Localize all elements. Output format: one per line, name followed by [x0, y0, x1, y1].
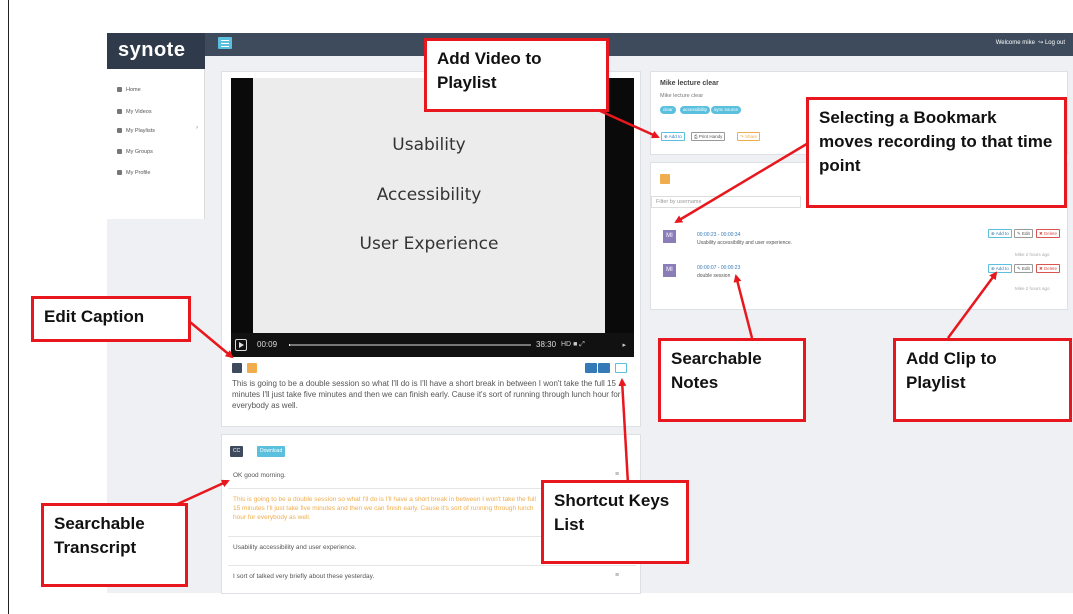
callout-selecting-bookmark: Selecting a Bookmark moves recording to … — [806, 97, 1067, 208]
delete-label: Delete — [1044, 266, 1058, 271]
home-icon — [117, 87, 122, 93]
share-label: Share — [745, 134, 758, 139]
row-menu-icon[interactable]: ≡ — [615, 471, 619, 478]
play-button[interactable] — [235, 339, 247, 351]
user-icon — [117, 170, 122, 176]
logout-link[interactable]: Log out — [1045, 40, 1065, 46]
delete-note-button[interactable]: ✖ Delete — [1036, 264, 1061, 273]
shortcut-keys-button[interactable] — [615, 363, 627, 373]
bookmark-text[interactable]: double session — [697, 273, 730, 279]
add-clip-button[interactable]: ⊕ Add to — [988, 229, 1012, 238]
tag-badge[interactable]: clear — [660, 106, 676, 114]
avatar: MI — [663, 264, 676, 277]
previous-caption-button[interactable] — [585, 363, 597, 373]
callout-add-video-to-playlist: Add Video to Playlist — [424, 38, 609, 112]
volume-icon[interactable]: ▸ — [622, 341, 626, 349]
bookmark-button[interactable] — [247, 363, 257, 373]
slide-line: User Experience — [359, 234, 499, 254]
edit-note-button[interactable]: ✎ Edit — [1014, 264, 1033, 273]
slide-line: Usability — [392, 135, 466, 155]
print-handy-button[interactable]: ⎙ Print Handy — [691, 132, 726, 141]
transcript-row[interactable]: I sort of talked very briefly about thes… — [233, 572, 533, 581]
next-caption-button[interactable] — [598, 363, 610, 373]
quality-label: HD — [561, 341, 572, 348]
recording-subtitle: Mike lecture clear — [660, 93, 704, 99]
download-label: Download — [260, 448, 283, 454]
sidebar-item-my-groups[interactable]: My Groups — [117, 149, 153, 155]
sidebar-item-my-playlists[interactable]: My Playlists — [117, 128, 155, 134]
progress-fill — [289, 344, 290, 346]
cc-button[interactable]: CC — [230, 446, 244, 457]
duration: 38:30 — [536, 340, 557, 349]
avatar: MI — [663, 230, 676, 243]
video-player[interactable]: Usability Accessibility User Experience … — [231, 78, 634, 357]
callout-searchable-notes: Searchable Notes — [658, 338, 806, 422]
callout-searchable-transcript: Searchable Transcript — [41, 503, 188, 587]
chevron-right-icon: › — [196, 125, 198, 131]
edit-label: Edit — [1022, 231, 1030, 236]
add-note-button[interactable] — [660, 174, 670, 184]
sidebar: Home My Videos My Playlists › My Groups … — [107, 69, 205, 219]
add-to-playlist-button[interactable]: ⊕ Add to — [661, 132, 685, 141]
transcript-row[interactable]: Usability accessibility and user experie… — [233, 543, 533, 552]
notes-filter-input[interactable]: Filter by username — [651, 196, 801, 208]
slide-line: Accessibility — [376, 185, 482, 205]
bookmark-time[interactable]: 00:00:23 - 00:00:34 — [697, 232, 740, 238]
sidebar-item-label: My Groups — [126, 149, 153, 155]
fullscreen-icon[interactable]: ⤢ — [579, 341, 585, 348]
annotated-screenshot: synote Welcome mike ↪ Log out Home My Vi… — [0, 0, 1073, 614]
recording-title: Mike lecture clear — [660, 80, 719, 87]
edit-caption-button[interactable] — [232, 363, 242, 373]
cc-label: CC — [233, 448, 241, 454]
tag-badge[interactable]: accessibility — [680, 106, 711, 114]
download-button[interactable]: Download — [257, 446, 286, 457]
edit-note-button[interactable]: ✎ Edit — [1014, 229, 1033, 238]
divider — [228, 565, 636, 566]
add-to-label: Add to — [668, 134, 682, 139]
sidebar-item-label: My Playlists — [126, 128, 156, 134]
callout-edit-caption: Edit Caption — [31, 296, 191, 342]
add-to-label: Add to — [995, 266, 1009, 271]
delete-label: Delete — [1044, 231, 1058, 236]
caption-text: This is going to be a double session so … — [232, 379, 621, 410]
group-icon — [117, 149, 122, 155]
row-menu-icon[interactable]: ≡ — [615, 572, 619, 579]
add-to-label: Add to — [995, 231, 1009, 236]
bookmark-meta: Mike 2 hours ago — [1015, 252, 1050, 257]
edit-label: Edit — [1022, 266, 1030, 271]
bookmark-time[interactable]: 00:00:07 - 00:00:23 — [697, 265, 740, 271]
left-border-line — [8, 0, 9, 614]
sidebar-item-my-profile[interactable]: My Profile — [117, 170, 150, 176]
bookmark-meta: Mike 2 hours ago — [1015, 286, 1050, 291]
video-controls: 00:09 38:30 HD ■ ⤢ ▸ — [231, 333, 634, 357]
list-icon — [117, 128, 122, 134]
transcript-row-highlighted[interactable]: This is going to be a double session so … — [233, 495, 538, 522]
sidebar-item-label: Home — [126, 87, 141, 93]
callout-add-clip-to-playlist: Add Clip to Playlist — [893, 338, 1072, 422]
callout-shortcut-keys-list: Shortcut Keys List — [541, 480, 689, 564]
progress-bar[interactable] — [289, 344, 531, 346]
synote-logo[interactable]: synote — [107, 33, 205, 69]
tag-badge[interactable]: sync source — [711, 106, 742, 114]
add-clip-button[interactable]: ⊕ Add to — [988, 264, 1012, 273]
sidebar-item-home[interactable]: Home — [117, 87, 141, 93]
delete-note-button[interactable]: ✖ Delete — [1036, 229, 1061, 238]
sidebar-item-my-videos[interactable]: My Videos — [117, 109, 152, 115]
logo-text: synote — [118, 39, 186, 61]
current-time: 00:09 — [257, 340, 278, 349]
menu-toggle-button[interactable] — [218, 37, 232, 49]
bookmark-text[interactable]: Usability accessibility and user experie… — [697, 240, 792, 246]
sidebar-item-label: My Videos — [126, 109, 152, 115]
share-button[interactable]: ↷ Share — [737, 132, 761, 141]
video-frame: Usability Accessibility User Experience — [253, 78, 605, 333]
video-quality-toggle[interactable]: HD ■ ⤢ — [561, 341, 585, 349]
transcript-row[interactable]: OK good morning. — [233, 471, 533, 480]
user-welcome[interactable]: Welcome mike ↪ Log out — [996, 39, 1065, 46]
sidebar-item-label: My Profile — [126, 170, 151, 176]
print-handy-label: Print Handy — [698, 134, 723, 139]
logout-icon: ↪ — [1038, 40, 1044, 46]
video-icon — [117, 109, 122, 115]
welcome-text: Welcome mike — [995, 40, 1035, 46]
